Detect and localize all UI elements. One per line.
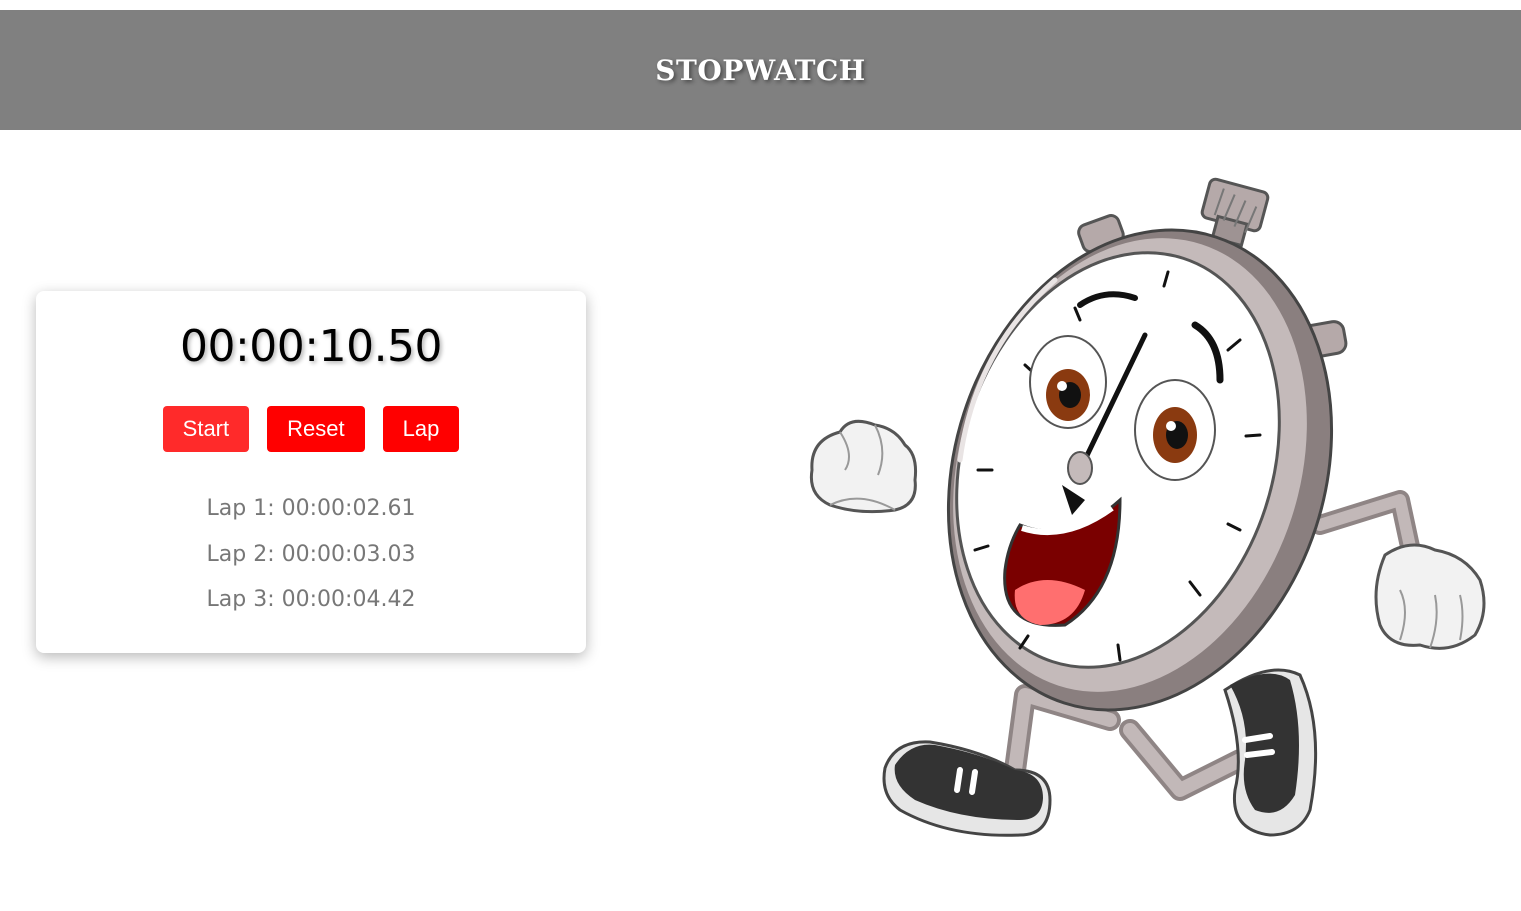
left-eye <box>1029 335 1107 429</box>
back-shoe-icon <box>1223 668 1318 837</box>
stopwatch-card: 00:00:10.50 Start Reset Lap Lap 1: 00:00… <box>36 291 586 653</box>
lap-item: Lap 2: 00:00:03.03 <box>206 541 416 567</box>
time-display: 00:00:10.50 <box>179 321 443 372</box>
stopwatch-mascot-illustration <box>809 177 1486 837</box>
reset-button[interactable]: Reset <box>267 406 365 452</box>
lap-item: Lap 1: 00:00:02.61 <box>206 496 416 521</box>
right-eye <box>1134 379 1216 481</box>
start-button[interactable]: Start <box>162 406 250 452</box>
page-title: STOPWATCH <box>655 53 866 87</box>
lap-list: Lap 1: 00:00:02.61 Lap 2: 00:00:03.03 La… <box>36 486 586 623</box>
app-header: STOPWATCH <box>0 10 1521 130</box>
left-glove-icon <box>809 419 917 514</box>
lap-item: Lap 3: 00:00:04.42 <box>206 587 416 612</box>
control-buttons: Start Reset Lap <box>36 406 586 452</box>
right-glove-icon <box>1374 543 1486 650</box>
lap-button[interactable]: Lap <box>382 406 460 452</box>
